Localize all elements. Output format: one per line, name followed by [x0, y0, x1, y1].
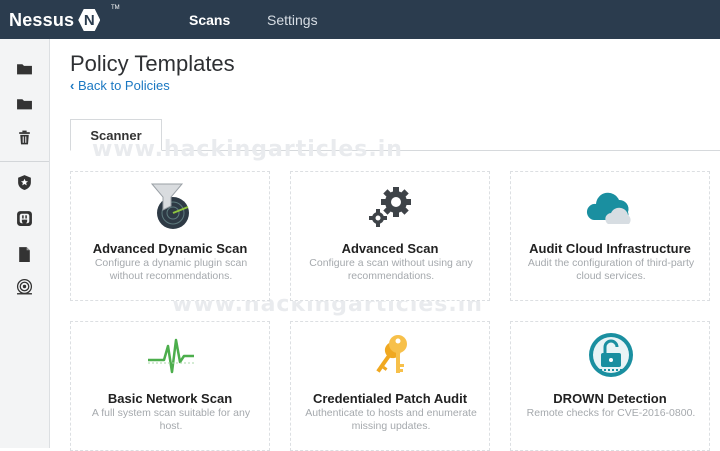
funnel-radar-icon	[150, 183, 189, 229]
template-card-drown-detection[interactable]: DROWN Detection Remote checks for CVE-20…	[510, 321, 710, 451]
logo-text: Nessus	[9, 9, 75, 30]
radar-icon[interactable]	[16, 278, 33, 295]
sidebar	[0, 39, 50, 448]
template-card-advanced-dynamic-scan[interactable]: Advanced Dynamic Scan Configure a dynami…	[70, 171, 270, 301]
logo-badge: N	[78, 9, 101, 31]
top-bar: Nessus N TM Scans Settings	[0, 0, 720, 39]
template-card-credentialed-patch-audit[interactable]: Credentialed Patch Audit Authenticate to…	[290, 321, 490, 451]
card-description: Configure a scan without using any recom…	[309, 257, 473, 282]
nessus-logo[interactable]: Nessus N TM	[9, 5, 120, 34]
template-card-advanced-scan[interactable]: Advanced Scan Configure a scan without u…	[290, 171, 490, 301]
template-card-basic-network-scan[interactable]: Basic Network Scan A full system scan su…	[70, 321, 270, 451]
card-title: Audit Cloud Infrastructure	[529, 241, 691, 256]
chevron-left-icon: ‹	[70, 78, 78, 93]
shield-icon[interactable]	[16, 174, 33, 191]
logo-trademark: TM	[111, 5, 120, 11]
back-to-policies-link[interactable]: ‹ Back to Policies	[70, 78, 170, 93]
nav-scans[interactable]: Scans	[189, 0, 230, 39]
template-card-audit-cloud-infrastructure[interactable]: Audit Cloud Infrastructure Audit the con…	[510, 171, 710, 301]
nav-settings[interactable]: Settings	[267, 0, 318, 39]
card-title: Advanced Dynamic Scan	[92, 241, 248, 256]
cloud-icon	[586, 192, 631, 224]
keys-icon	[376, 335, 407, 373]
card-description: Authenticate to hosts and enumerate miss…	[305, 407, 477, 432]
gears-icon	[369, 187, 411, 227]
unlock-icon	[589, 333, 633, 377]
card-title: Advanced Scan	[341, 241, 439, 256]
file-icon[interactable]	[16, 246, 33, 263]
card-description: Audit the configuration of third-party c…	[527, 257, 695, 282]
card-description: Remote checks for CVE-2016-0800.	[526, 407, 696, 419]
plug-icon[interactable]	[16, 210, 33, 227]
watermark: www.hackingarticles.in	[92, 137, 403, 162]
folder-icon[interactable]	[16, 95, 33, 112]
back-link-label: Back to Policies	[77, 78, 170, 93]
pulse-icon	[148, 338, 194, 374]
card-description: A full system scan suitable for any host…	[91, 407, 251, 432]
card-title: Credentialed Patch Audit	[312, 391, 468, 406]
folder-icon[interactable]	[16, 60, 33, 77]
sidebar-divider	[0, 161, 49, 162]
page-title: Policy Templates	[70, 51, 235, 76]
card-title: DROWN Detection	[553, 391, 667, 406]
trash-icon[interactable]	[16, 129, 33, 146]
card-title: Basic Network Scan	[107, 391, 233, 406]
card-description: Configure a dynamic plugin scan without …	[94, 257, 248, 282]
